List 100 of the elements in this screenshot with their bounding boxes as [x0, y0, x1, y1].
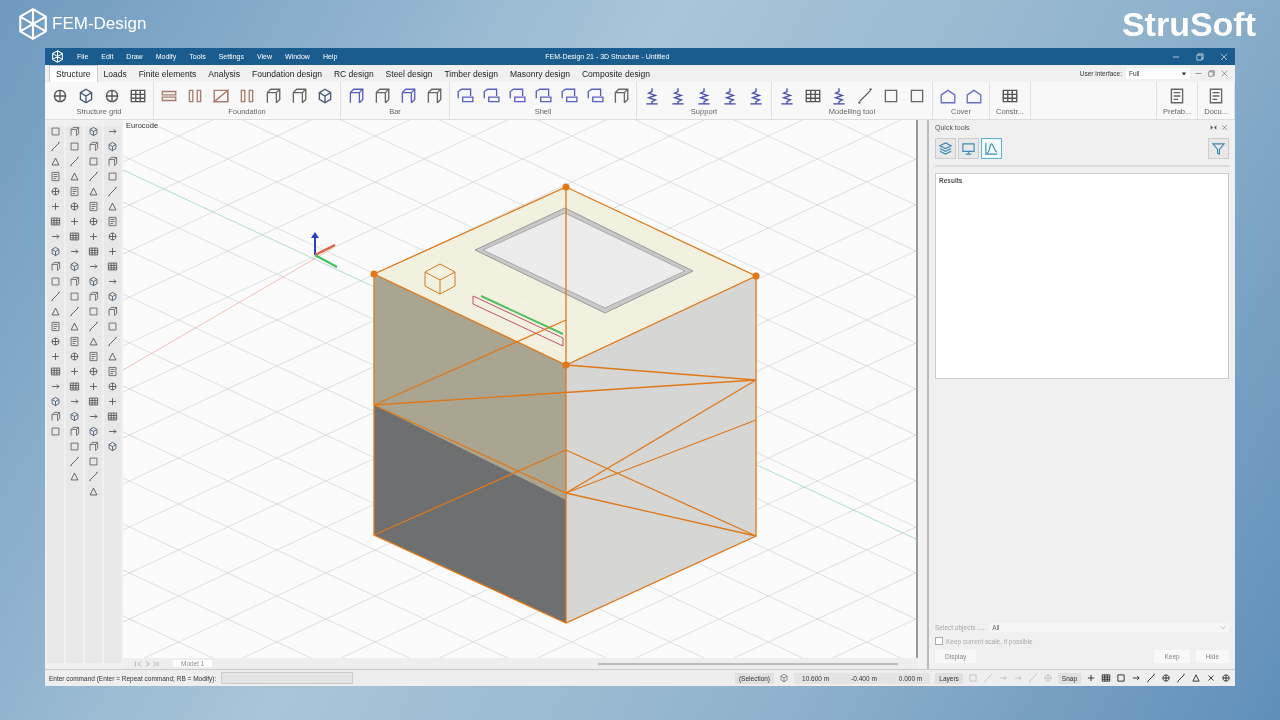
line-icon[interactable] [1146, 673, 1156, 683]
triangle-icon[interactable] [50, 156, 61, 167]
circle-icon[interactable] [1221, 673, 1231, 683]
frame-icon[interactable] [264, 86, 282, 105]
ribbon-tab[interactable]: Analysis [202, 66, 246, 82]
document-icon[interactable] [69, 336, 80, 347]
line-icon[interactable] [69, 456, 80, 467]
arrow-icon[interactable] [50, 381, 61, 392]
cube-icon[interactable] [107, 141, 118, 152]
layers-button[interactable] [935, 138, 956, 159]
arrow-icon[interactable] [1131, 673, 1141, 683]
plus-icon[interactable] [107, 396, 118, 407]
ribbon-tab[interactable]: Steel design [379, 66, 439, 82]
close-icon[interactable] [1220, 69, 1229, 78]
cube-icon[interactable] [316, 86, 334, 105]
restore-icon[interactable] [1195, 51, 1205, 62]
cube-icon[interactable] [107, 291, 118, 302]
plus-icon[interactable] [50, 201, 61, 212]
document-icon[interactable] [107, 366, 118, 377]
circle-icon[interactable] [88, 216, 99, 227]
spring-icon[interactable] [669, 86, 687, 105]
circle-icon[interactable] [69, 351, 80, 362]
frame-icon[interactable] [69, 276, 80, 287]
ribbon-tab[interactable]: Composite design [575, 66, 656, 82]
arrow-icon[interactable] [88, 261, 99, 272]
cube-icon[interactable] [50, 396, 61, 407]
plate-icon[interactable] [560, 86, 578, 105]
square-icon[interactable] [88, 156, 99, 167]
triangle-icon[interactable] [50, 306, 61, 317]
line-icon[interactable] [1176, 673, 1186, 683]
grid-icon[interactable] [50, 216, 61, 227]
square-icon[interactable] [107, 171, 118, 182]
ribbon-tab[interactable]: Timber design [438, 66, 504, 82]
circle-icon[interactable] [88, 366, 99, 377]
spring-icon[interactable] [830, 86, 848, 105]
monitor-button[interactable] [958, 138, 979, 159]
triangle-icon[interactable] [69, 471, 80, 482]
line-icon[interactable] [69, 306, 80, 317]
cube-icon[interactable] [88, 426, 99, 437]
plate-icon[interactable] [586, 86, 604, 105]
plus-icon[interactable] [69, 366, 80, 377]
frame-icon[interactable] [88, 291, 99, 302]
spring-icon[interactable] [747, 86, 765, 105]
circle-icon[interactable] [50, 336, 61, 347]
line-icon[interactable] [69, 156, 80, 167]
grid-icon[interactable] [1101, 673, 1111, 683]
triangle-icon[interactable] [88, 186, 99, 197]
grid-icon[interactable] [88, 396, 99, 407]
line-icon[interactable] [88, 471, 99, 482]
square-icon[interactable] [107, 321, 118, 332]
grid-icon[interactable] [69, 381, 80, 392]
spring-icon[interactable] [778, 86, 796, 105]
triangle-icon[interactable] [69, 171, 80, 182]
plus-icon[interactable] [1086, 673, 1096, 683]
frame-icon[interactable] [425, 86, 443, 105]
arrow-icon[interactable] [107, 276, 118, 287]
command-field[interactable] [221, 672, 354, 684]
ribbon-tab[interactable]: Finite elements [132, 66, 203, 82]
close-icon[interactable] [1220, 122, 1229, 132]
ribbon-tab[interactable]: Foundation design [245, 66, 328, 82]
document-icon[interactable] [69, 186, 80, 197]
arrow-icon[interactable] [107, 126, 118, 137]
app-logo-icon[interactable] [51, 50, 64, 63]
restore-icon[interactable] [1207, 69, 1216, 78]
plus-icon[interactable] [88, 381, 99, 392]
frame-icon[interactable] [88, 141, 99, 152]
triangle-icon[interactable] [107, 201, 118, 212]
spring-icon[interactable] [695, 86, 713, 105]
triangle-icon[interactable] [88, 336, 99, 347]
plate-icon[interactable] [508, 86, 526, 105]
frame-icon[interactable] [50, 411, 61, 422]
circle-icon[interactable] [1161, 673, 1171, 683]
line-icon[interactable] [88, 171, 99, 182]
frame-icon[interactable] [290, 86, 308, 105]
frame-icon[interactable] [373, 86, 391, 105]
grid-icon[interactable] [88, 246, 99, 257]
plus-icon[interactable] [50, 351, 61, 362]
document-icon[interactable] [50, 171, 61, 182]
line-icon[interactable] [50, 141, 61, 152]
grid-icon[interactable] [50, 366, 61, 377]
triangle-icon[interactable] [69, 321, 80, 332]
triangle-icon[interactable] [1191, 673, 1201, 683]
checkbox[interactable] [935, 637, 943, 645]
circle-icon[interactable] [107, 231, 118, 242]
cube-icon[interactable] [107, 441, 118, 452]
triangle-icon[interactable] [107, 351, 118, 362]
cube-icon[interactable] [77, 86, 95, 105]
cube-icon[interactable] [88, 276, 99, 287]
line-icon[interactable] [107, 186, 118, 197]
square-icon[interactable] [50, 126, 61, 137]
spring-icon[interactable] [643, 86, 661, 105]
document-icon[interactable] [107, 216, 118, 227]
arrow-icon[interactable] [69, 246, 80, 257]
plus-icon[interactable] [69, 216, 80, 227]
square-icon[interactable] [50, 426, 61, 437]
arrow-icon[interactable] [69, 396, 80, 407]
frame-icon[interactable] [612, 86, 630, 105]
square-icon[interactable] [69, 141, 80, 152]
arrow-icon[interactable] [50, 231, 61, 242]
square-icon[interactable] [50, 276, 61, 287]
